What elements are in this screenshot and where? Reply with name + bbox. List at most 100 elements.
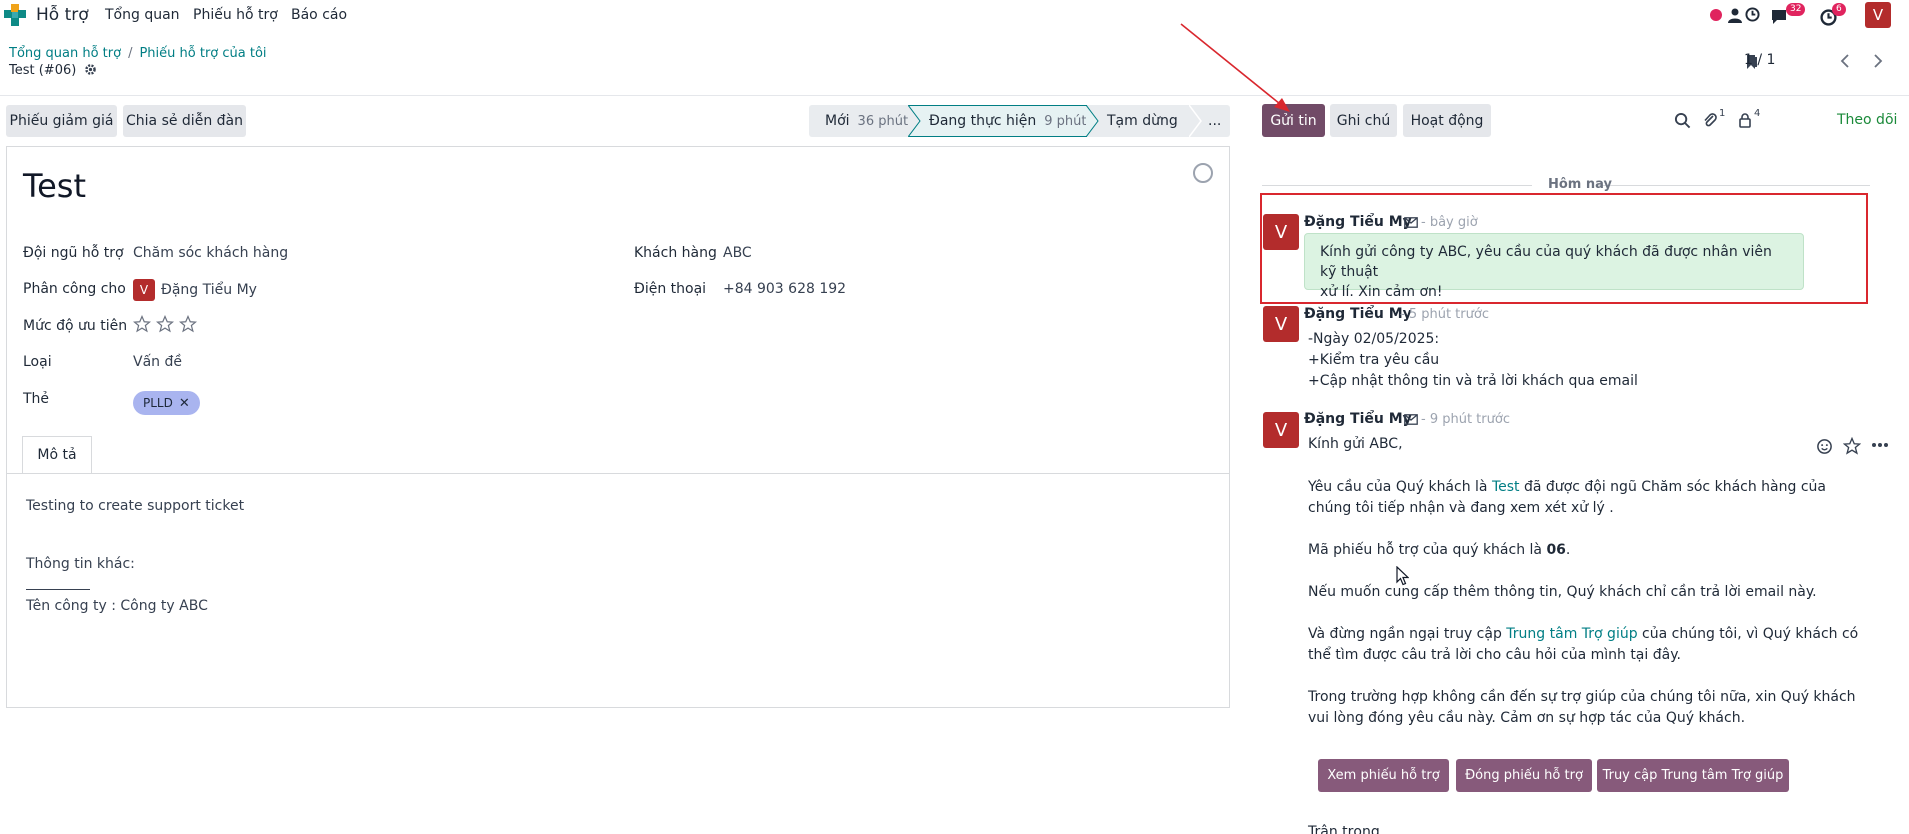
stage-chevron-icon xyxy=(1086,105,1099,137)
more-options-icon[interactable] xyxy=(1871,440,1889,450)
help-center-link[interactable]: Trung tâm Trợ giúp xyxy=(1506,626,1637,642)
stage-paused-label: Tạm dừng xyxy=(1107,113,1178,129)
priority-label: Mức độ ưu tiên xyxy=(23,318,128,334)
message-avatar[interactable]: V xyxy=(1263,412,1299,448)
chevron-right-icon[interactable] xyxy=(1868,52,1886,70)
search-icon[interactable] xyxy=(1674,112,1691,129)
annotation-highlight-box xyxy=(1260,193,1868,304)
message-body-line: -Ngày 02/05/2025: xyxy=(1308,331,1440,347)
message-paragraph: Nếu muốn cung cấp thêm thông tin, Quý kh… xyxy=(1308,584,1817,600)
description-line-2[interactable]: Thông tin khác: xyxy=(26,556,135,572)
customer-field[interactable]: ABC xyxy=(723,245,752,261)
message-avatar[interactable]: V xyxy=(1263,306,1299,342)
message-paragraph-line: vui lòng đóng yêu cầu này. Cảm ơn sự hợp… xyxy=(1308,710,1746,726)
message-body-line: +Cập nhật thông tin và trả lời khách qua… xyxy=(1308,373,1638,389)
menu-reporting[interactable]: Báo cáo xyxy=(291,7,347,23)
view-ticket-button[interactable]: Xem phiếu hỗ trợ xyxy=(1318,759,1449,792)
ticket-number: 06 xyxy=(1546,542,1566,558)
close-ticket-button[interactable]: Đóng phiếu hỗ trợ xyxy=(1456,759,1592,792)
assigned-label: Phân công cho xyxy=(23,281,126,297)
tab-divider xyxy=(7,473,1229,474)
clock-icon[interactable] xyxy=(1745,7,1760,22)
followers-button[interactable]: 4 xyxy=(1737,108,1767,130)
message-author[interactable]: Đặng Tiểu My xyxy=(1304,411,1412,427)
tag-badge[interactable]: PLLD ✕ xyxy=(133,391,200,415)
breadcrumb-my-tickets[interactable]: Phiếu hỗ trợ của tôi xyxy=(139,46,266,61)
date-divider-left xyxy=(1262,185,1532,186)
stage-in-progress[interactable]: Đang thực hiện 9 phút xyxy=(908,105,1087,137)
stage-chevron-icon xyxy=(908,105,921,137)
message-paragraph: Mã phiếu hỗ trợ của quý khách là 06. xyxy=(1308,542,1571,558)
menu-tickets[interactable]: Phiếu hỗ trợ xyxy=(193,7,278,23)
stage-new-label: Mới xyxy=(825,113,850,129)
pager-value[interactable]: 1 / 1 xyxy=(1744,52,1775,68)
attachments-count: 1 xyxy=(1719,108,1726,119)
followers-count: 4 xyxy=(1754,108,1761,119)
star-icon[interactable] xyxy=(133,315,151,333)
message-paragraph-line: chúng tôi tiếp nhận và đang xem xét xử l… xyxy=(1308,500,1614,516)
help-center-button[interactable]: Truy cập Trung tâm Trợ giúp xyxy=(1597,759,1789,792)
mouse-cursor-icon xyxy=(1396,566,1409,586)
user-icon[interactable] xyxy=(1727,7,1743,23)
description-line-1[interactable]: Testing to create support ticket xyxy=(26,498,244,514)
form-sheet: Test Đội ngũ hỗ trợ Chăm sóc khách hàng … xyxy=(6,146,1230,708)
ticket-link[interactable]: Test xyxy=(1492,479,1520,495)
tab-description[interactable]: Mô tả xyxy=(22,436,92,474)
assigned-field[interactable]: V Đặng Tiểu My xyxy=(133,279,257,301)
message-author[interactable]: Đặng Tiểu My xyxy=(1304,306,1412,322)
chevron-left-icon[interactable] xyxy=(1837,52,1855,70)
message-paragraph: Yêu cầu của Quý khách là Test đã được độ… xyxy=(1308,479,1826,495)
kanban-state-icon[interactable] xyxy=(1193,163,1213,183)
activities-button[interactable]: Hoạt động xyxy=(1403,104,1491,137)
add-reaction-icon[interactable] xyxy=(1816,438,1833,455)
team-field[interactable]: Chăm sóc khách hàng xyxy=(133,245,288,261)
description-line-3[interactable]: Tên công ty : Công ty ABC xyxy=(26,598,208,614)
star-icon[interactable] xyxy=(156,315,174,333)
message-greeting: Kính gửi ABC, xyxy=(1308,436,1403,452)
stage-new-duration: 36 phút xyxy=(857,113,909,129)
date-divider-label: Hôm nay xyxy=(1548,177,1612,192)
gear-icon[interactable] xyxy=(84,63,97,76)
annotation-arrow-icon xyxy=(1180,23,1290,112)
followers-lock-icon xyxy=(1739,113,1751,128)
message-closing: Trân trọng xyxy=(1308,824,1380,834)
coupons-button[interactable]: Phiếu giảm giá xyxy=(6,105,117,137)
record-title: Test (#06) xyxy=(9,63,97,78)
tag-label: PLLD xyxy=(143,396,173,410)
type-label: Loại xyxy=(23,354,52,370)
log-note-button[interactable]: Ghi chú xyxy=(1330,104,1397,137)
message-time: - 9 phút trước xyxy=(1421,412,1510,427)
messages-badge: 32 xyxy=(1786,3,1806,16)
type-field[interactable]: Vấn đề xyxy=(133,354,182,370)
user-avatar[interactable]: V xyxy=(1865,2,1891,28)
share-forum-button[interactable]: Chia sẻ diễn đàn xyxy=(123,105,246,137)
status-bar: Mới 36 phút Đang thực hiện 9 phút Tạm dừng… xyxy=(809,105,1230,137)
breadcrumb-overview[interactable]: Tổng quan hỗ trợ xyxy=(9,46,121,61)
follow-button[interactable]: Theo dõi xyxy=(1837,112,1897,128)
ticket-title[interactable]: Test xyxy=(23,167,86,205)
helpdesk-logo-icon[interactable] xyxy=(4,4,26,26)
app-name[interactable]: Hỗ trợ xyxy=(36,5,89,25)
messaging-menu[interactable]: 32 xyxy=(1768,3,1808,26)
paperclip-icon xyxy=(1704,113,1717,127)
message-time: - 5 phút trước xyxy=(1400,307,1489,322)
team-label: Đội ngũ hỗ trợ xyxy=(23,245,124,261)
message-paragraph: Và đừng ngần ngại truy cập Trung tâm Trợ… xyxy=(1308,626,1859,642)
date-divider-right xyxy=(1596,185,1870,186)
tag-remove-icon[interactable]: ✕ xyxy=(179,396,190,411)
stage-in-progress-duration: 9 phút xyxy=(1044,113,1087,129)
message-paragraph-line: thể tìm được câu trả lời cho câu hỏi của… xyxy=(1308,647,1681,663)
tags-label: Thẻ xyxy=(23,391,50,407)
activities-badge: 6 xyxy=(1832,3,1846,16)
description-separator xyxy=(26,589,90,590)
phone-field[interactable]: +84 903 628 192 xyxy=(723,281,846,297)
menu-overview[interactable]: Tổng quan xyxy=(105,7,180,23)
breadcrumb: Tổng quan hỗ trợ / Phiếu hỗ trợ của tôi xyxy=(9,46,267,61)
activity-menu[interactable]: 6 xyxy=(1818,3,1852,26)
star-icon[interactable] xyxy=(179,315,197,333)
stage-new[interactable]: Mới 36 phút xyxy=(809,105,909,137)
attachments-button[interactable]: 1 xyxy=(1702,108,1730,130)
assigned-name: Đặng Tiểu My xyxy=(161,282,257,298)
star-icon[interactable] xyxy=(1843,437,1861,455)
envelope-icon xyxy=(1404,414,1418,425)
